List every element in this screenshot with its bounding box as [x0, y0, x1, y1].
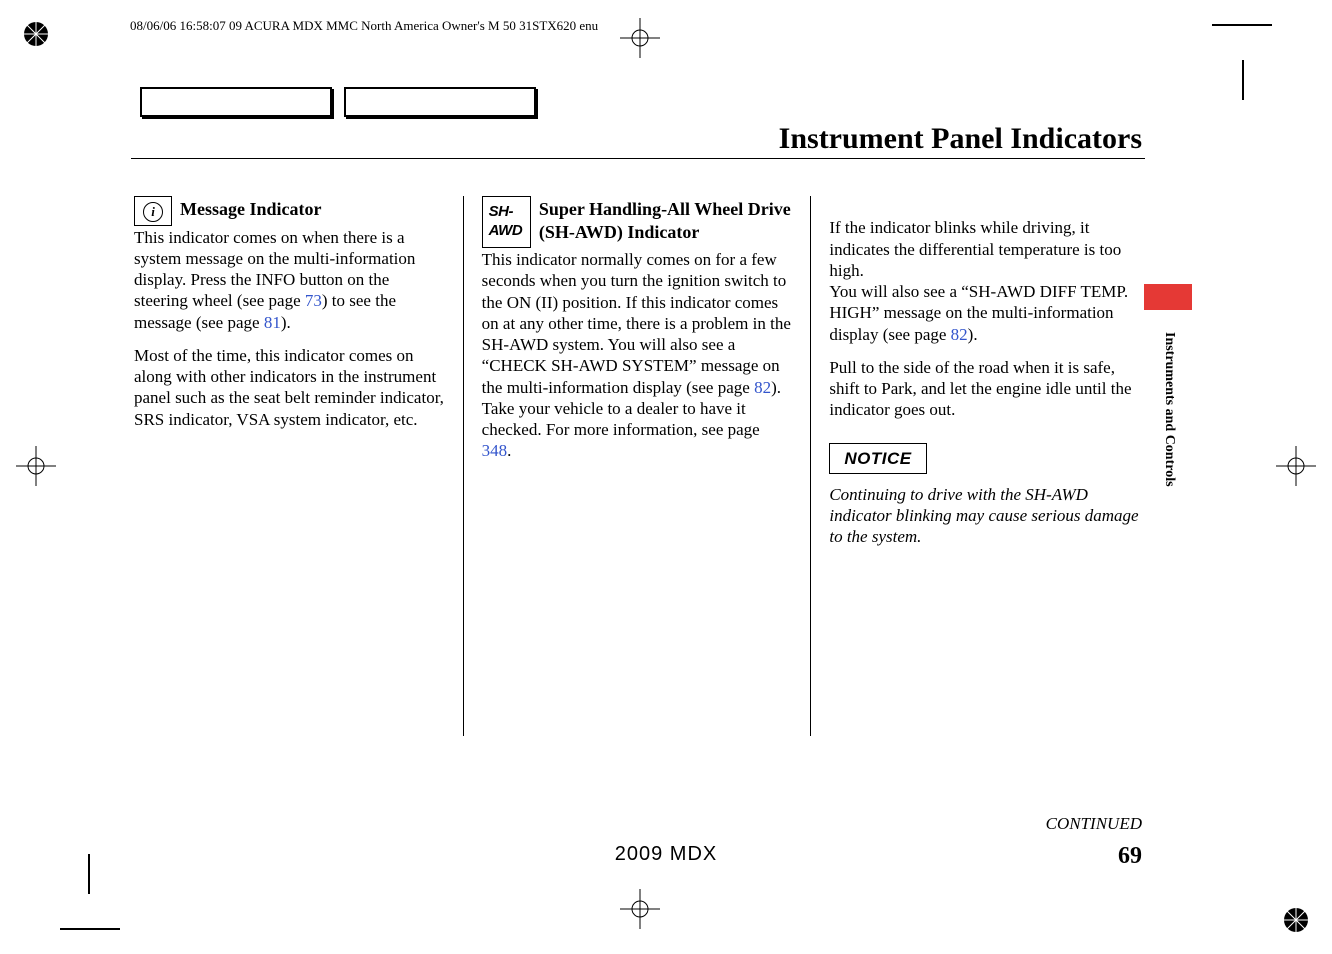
- title-underline: [131, 158, 1145, 159]
- crop-mark-icon: [620, 18, 660, 63]
- section-tab-marker: [1144, 284, 1192, 310]
- column-2: SH-AWD Super Handling-All Wheel Drive (S…: [463, 196, 811, 736]
- page-title: Instrument Panel Indicators: [779, 122, 1142, 156]
- section-heading: Super Handling-All Wheel Drive (SH-AWD) …: [539, 198, 793, 243]
- header-stamp: 08/06/06 16:58:07 09 ACURA MDX MMC North…: [130, 18, 598, 34]
- paragraph: This indicator normally comes on for a f…: [482, 249, 793, 462]
- section-tab-label: Instruments and Controls: [1161, 332, 1177, 487]
- registration-mark-icon: [1282, 906, 1310, 934]
- column-1: i Message Indicator This indicator comes…: [130, 196, 463, 736]
- trim-mark: [1242, 60, 1244, 100]
- registration-mark-icon: [22, 20, 50, 48]
- trim-mark: [60, 928, 120, 930]
- paragraph: If the indicator blinks while driving, i…: [829, 196, 1140, 345]
- page-link[interactable]: 81: [264, 313, 281, 332]
- placeholder-boxes: [140, 87, 536, 117]
- sh-awd-indicator-icon: SH-AWD: [482, 196, 531, 248]
- page-link[interactable]: 82: [754, 378, 771, 397]
- crop-mark-icon: [1276, 446, 1316, 491]
- crop-mark-icon: [16, 446, 56, 491]
- notice-text: Continuing to drive with the SH-AWD indi…: [829, 484, 1140, 548]
- crop-mark-icon: [620, 889, 660, 934]
- paragraph: Pull to the side of the road when it is …: [829, 357, 1140, 421]
- paragraph: Most of the time, this indicator comes o…: [134, 345, 445, 430]
- content-columns: i Message Indicator This indicator comes…: [130, 196, 1144, 736]
- paragraph: This indicator comes on when there is a …: [134, 227, 445, 333]
- message-indicator-icon: i: [134, 196, 172, 226]
- page-link[interactable]: 348: [482, 441, 508, 460]
- page-link[interactable]: 73: [305, 291, 322, 310]
- column-3: If the indicator blinks while driving, i…: [810, 196, 1144, 736]
- trim-mark: [1212, 24, 1272, 26]
- continued-label: CONTINUED: [1046, 814, 1142, 834]
- section-heading: Message Indicator: [180, 198, 321, 221]
- page-number: 69: [1118, 843, 1142, 870]
- notice-label: NOTICE: [829, 443, 926, 474]
- page-link[interactable]: 82: [951, 325, 968, 344]
